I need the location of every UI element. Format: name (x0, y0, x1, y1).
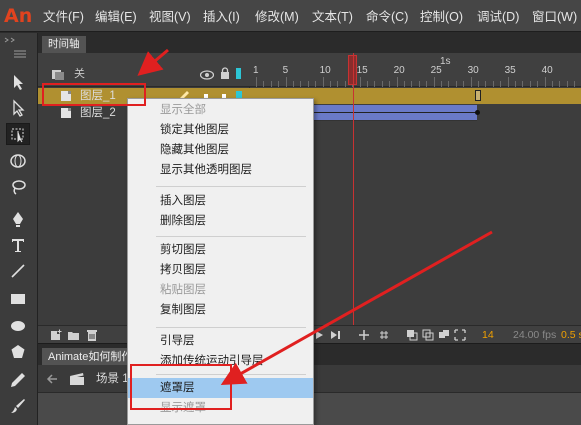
arrow-to-mask (220, 230, 493, 385)
annotation-arrows (137, 48, 493, 385)
arrow-to-layer (137, 48, 169, 76)
